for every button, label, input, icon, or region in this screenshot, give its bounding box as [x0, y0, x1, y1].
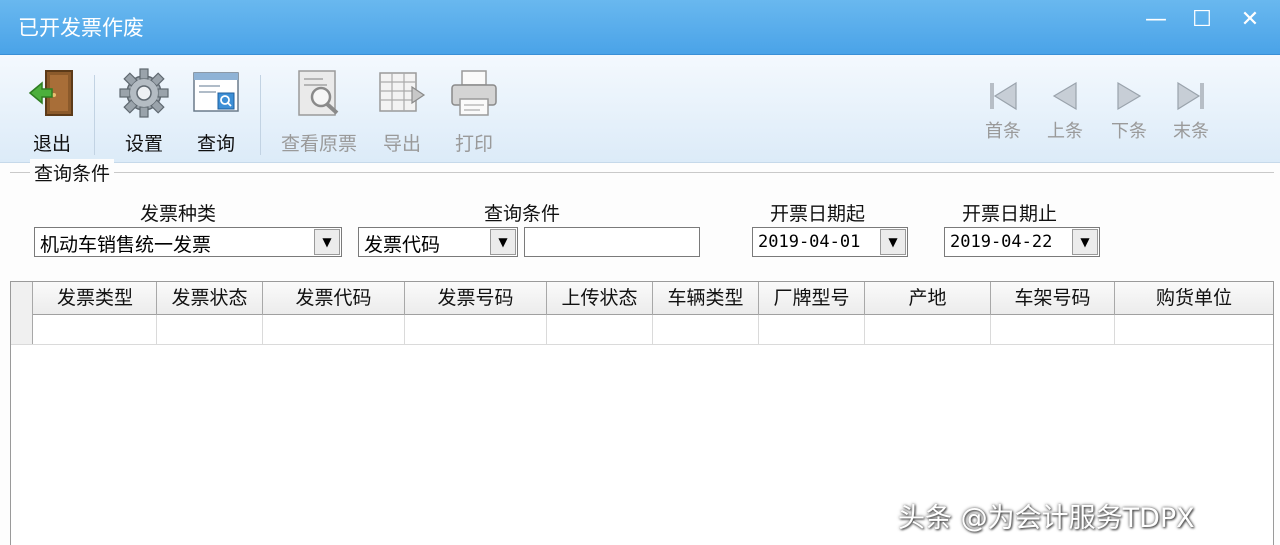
table-cell[interactable] — [865, 315, 991, 345]
last-record-label: 末条 — [1173, 121, 1209, 142]
table-cell[interactable] — [653, 315, 759, 345]
last-record-button[interactable]: 末条 — [1166, 79, 1216, 143]
table-cell[interactable] — [263, 315, 405, 345]
table-cell[interactable] — [991, 315, 1115, 345]
column-header[interactable]: 发票状态 — [157, 282, 263, 315]
view-original-button[interactable]: 查看原票 — [276, 67, 362, 161]
column-header[interactable]: 发票号码 — [405, 282, 547, 315]
prev-record-button[interactable]: 上条 — [1040, 79, 1090, 143]
next-record-button[interactable]: 下条 — [1104, 79, 1154, 143]
prev-record-icon — [1052, 81, 1077, 111]
invoice-type-value: 机动车销售统一发票 — [40, 234, 212, 256]
print-button[interactable]: 打印 — [442, 67, 506, 161]
first-record-label: 首条 — [985, 121, 1021, 142]
grid-header: 发票类型 发票状态 发票代码 发票号码 上传状态 车辆类型 厂牌型号 产地 车架… — [11, 282, 1273, 315]
table-cell[interactable] — [157, 315, 263, 345]
title-bar: 已开发票作废 — ☐ ✕ — [0, 0, 1280, 55]
window-title: 已开发票作废 — [18, 16, 144, 40]
column-header[interactable]: 产地 — [865, 282, 991, 315]
column-header[interactable]: 厂牌型号 — [759, 282, 865, 315]
watermark: 头条 @为会计服务TDPX — [898, 503, 1195, 534]
toolbar: 退出 设置 查询 查看原票 导出 打印 首条 上条 下条 末条 — [0, 55, 1280, 163]
column-header[interactable]: 发票类型 — [34, 282, 157, 315]
date-to-picker[interactable]: 2019-04-22 ▼ — [944, 227, 1100, 257]
first-record-button[interactable]: 首条 — [978, 79, 1028, 143]
toolbar-separator — [260, 75, 261, 155]
date-to-value: 2019-04-22 — [950, 232, 1053, 252]
column-header[interactable]: 上传状态 — [547, 282, 653, 315]
chevron-down-icon[interactable]: ▼ — [314, 229, 340, 255]
table-cell[interactable] — [405, 315, 547, 345]
table-cell[interactable] — [34, 315, 157, 345]
date-from-label: 开票日期起 — [770, 203, 866, 225]
gear-icon — [119, 68, 169, 118]
exit-label: 退出 — [32, 133, 71, 155]
date-from-value: 2019-04-01 — [758, 232, 861, 252]
condition-label: 查询条件 — [484, 203, 561, 225]
minimize-button[interactable]: — — [1136, 6, 1176, 36]
printer-icon — [451, 70, 497, 116]
query-label: 查询 — [196, 133, 235, 155]
chevron-down-icon[interactable]: ▼ — [490, 229, 516, 255]
invoice-type-select[interactable]: 机动车销售统一发票 ▼ — [34, 227, 342, 257]
condition-value: 发票代码 — [364, 234, 441, 256]
maximize-button[interactable]: ☐ — [1182, 6, 1222, 36]
first-record-icon — [990, 81, 1017, 111]
query-window-icon — [193, 72, 239, 112]
column-header[interactable]: 车辆类型 — [653, 282, 759, 315]
next-record-icon — [1117, 81, 1142, 111]
export-table-icon — [379, 72, 426, 112]
exit-button[interactable]: 退出 — [20, 67, 84, 161]
toolbar-separator — [94, 75, 95, 155]
condition-text-input[interactable] — [524, 227, 700, 257]
table-cell[interactable] — [1115, 315, 1273, 345]
group-title: 查询条件 — [30, 159, 115, 186]
view-invoice-icon — [298, 70, 339, 116]
query-conditions-group: 查询条件 发票种类 机动车销售统一发票 ▼ 查询条件 发票代码 ▼ 开票日期起 … — [10, 159, 1274, 280]
query-button[interactable]: 查询 — [184, 67, 248, 161]
chevron-down-icon[interactable]: ▼ — [880, 229, 906, 255]
close-button[interactable]: ✕ — [1230, 6, 1270, 36]
table-cell[interactable] — [547, 315, 653, 345]
column-header[interactable]: 发票代码 — [263, 282, 405, 315]
column-header[interactable]: 购货单位 — [1115, 282, 1273, 315]
date-from-picker[interactable]: 2019-04-01 ▼ — [752, 227, 908, 257]
column-header[interactable]: 车架号码 — [991, 282, 1115, 315]
date-to-label: 开票日期止 — [962, 203, 1058, 225]
invoice-type-label: 发票种类 — [140, 203, 217, 225]
export-button[interactable]: 导出 — [370, 67, 434, 161]
table-row[interactable] — [11, 315, 1273, 345]
export-label: 导出 — [382, 133, 421, 155]
print-label: 打印 — [454, 133, 493, 155]
next-record-label: 下条 — [1111, 121, 1147, 142]
condition-select[interactable]: 发票代码 ▼ — [358, 227, 518, 257]
exit-door-icon — [28, 70, 73, 116]
settings-button[interactable]: 设置 — [112, 67, 176, 161]
view-original-label: 查看原票 — [280, 133, 357, 155]
table-cell[interactable] — [759, 315, 865, 345]
chevron-down-icon[interactable]: ▼ — [1072, 229, 1098, 255]
prev-record-label: 上条 — [1047, 121, 1083, 142]
settings-label: 设置 — [124, 133, 163, 155]
last-record-icon — [1177, 81, 1204, 111]
